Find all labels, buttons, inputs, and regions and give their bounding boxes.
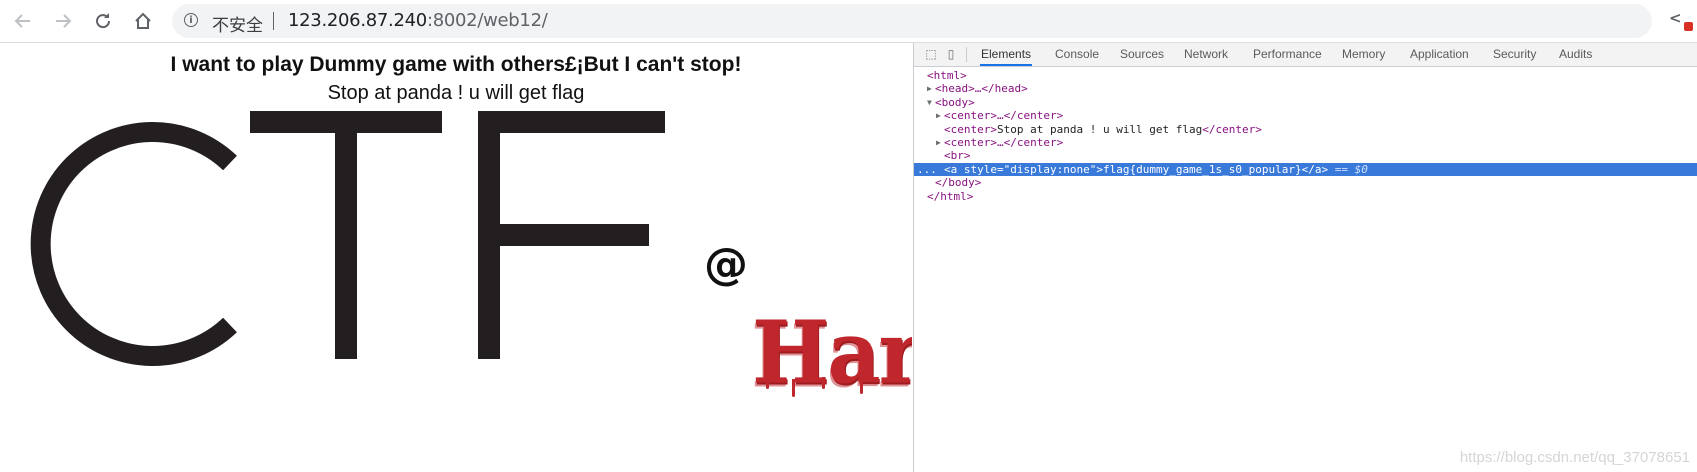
anchor-close-tag: </a> [1301,162,1329,176]
paint-drip [766,375,769,389]
page-viewport: I want to play Dummy game with others£¡B… [0,43,912,472]
paint-drip [860,378,863,394]
reload-icon[interactable] [90,8,116,34]
info-icon[interactable]: i [184,13,198,27]
tab-sources[interactable]: Sources [1119,43,1165,66]
body-close-tag: </body> [935,176,982,190]
address-bar[interactable]: i 不安全 123.206.87.240:8002/web12/ [172,4,1652,38]
tab-security[interactable]: Security [1492,43,1537,66]
br-tag: <br> [944,149,971,163]
inspect-element-icon[interactable]: ⬚ [924,47,938,61]
tab-console[interactable]: Console [1054,43,1100,66]
dom-node-body-close[interactable]: </body> [914,176,1697,189]
dom-node-html-close[interactable]: </html> [914,190,1697,203]
html-close-tag: </html> [927,189,974,203]
url-host: 123.206.87.240 [288,10,427,31]
console-reference: == $0 [1328,162,1368,176]
collapse-triangle-icon[interactable]: ▼ [927,96,932,109]
dom-node-center-1[interactable]: ▶ <center>…</center> [914,109,1697,122]
at-sign: @ [704,239,748,290]
devtools-panel: ⬚ ▯ Elements Console Sources Network Per… [913,43,1697,472]
head-tag: <head>…</head> [935,82,1028,96]
dom-node-body-open[interactable]: ▼ <body> [914,96,1697,109]
dom-node-center-2[interactable]: <center>Stop at panda ! u will get flag<… [914,123,1697,136]
csdn-watermark: https://blog.csdn.net/qq_37078651 [1459,449,1690,466]
url-separator [273,12,274,30]
security-label[interactable]: 不安全 [212,11,263,36]
dom-node-html-open[interactable]: <html> [914,69,1697,82]
home-icon[interactable] [130,8,156,34]
toolbar-divider [966,47,967,62]
expand-triangle-icon[interactable]: ▶ [936,136,941,149]
body-open-tag: <body> [935,95,975,109]
dom-node-br[interactable]: <br> [914,149,1697,162]
dom-node-center-3[interactable]: ▶ <center>…</center> [914,136,1697,149]
flag-text: flag{dummy_game_1s_s0_popular} [1102,162,1302,176]
center-close-tag: </center> [1202,122,1262,136]
browser-toolbar: i 不安全 123.206.87.240:8002/web12/ < [0,0,1697,43]
device-toolbar-icon[interactable]: ▯ [944,47,958,61]
tab-audits[interactable]: Audits [1558,43,1593,66]
signature-text: Harr [752,305,912,404]
anchor-attr-name: style [963,162,997,176]
url-text[interactable]: 123.206.87.240:8002/web12/ [288,10,548,31]
anchor-open-tag: <a [944,162,964,176]
paint-drip [792,379,795,397]
tab-memory[interactable]: Memory [1341,43,1386,66]
devtools-tab-bar: ⬚ ▯ Elements Console Sources Network Per… [914,43,1697,67]
html-open-tag: <html> [927,69,967,82]
dom-node-hidden-anchor-selected[interactable]: ... <a style="display:none">flag{dummy_ga… [914,162,1697,177]
dom-node-head[interactable]: ▶ <head>…</head> [914,82,1697,95]
expand-triangle-icon[interactable]: ▶ [927,82,932,95]
center-tag: <center>…</center> [944,109,1064,123]
dom-tree: <html> ▶ <head>…</head> ▼ <body> ▶ <center>… [914,69,1697,203]
anchor-attr-value: "display:none" [1003,162,1097,176]
forward-arrow-icon[interactable] [50,8,76,34]
logo-letter-c [30,122,237,366]
ctf-logo-image [30,111,665,366]
extension-icon[interactable]: < [1669,9,1697,33]
tab-application[interactable]: Application [1409,43,1470,66]
tab-network[interactable]: Network [1183,43,1229,66]
extension-error-badge [1684,22,1693,31]
center-open-tag: <center> [944,122,997,136]
center-tag: <center>…</center> [944,135,1064,149]
expand-triangle-icon[interactable]: ▶ [936,109,941,122]
center-text: Stop at panda ! u will get flag [996,122,1203,136]
anchor-attr-equals: = [997,162,1004,176]
anchor-open-tag-end: > [1096,162,1103,176]
harry-signature-logo: Harr [752,305,912,405]
tab-elements[interactable]: Elements [980,43,1033,66]
more-actions-icon[interactable]: ... [917,163,937,176]
url-path: :8002/web12/ [426,10,548,31]
tab-performance[interactable]: Performance [1252,43,1323,66]
back-arrow-icon[interactable] [10,8,36,34]
paint-drip [822,377,825,389]
